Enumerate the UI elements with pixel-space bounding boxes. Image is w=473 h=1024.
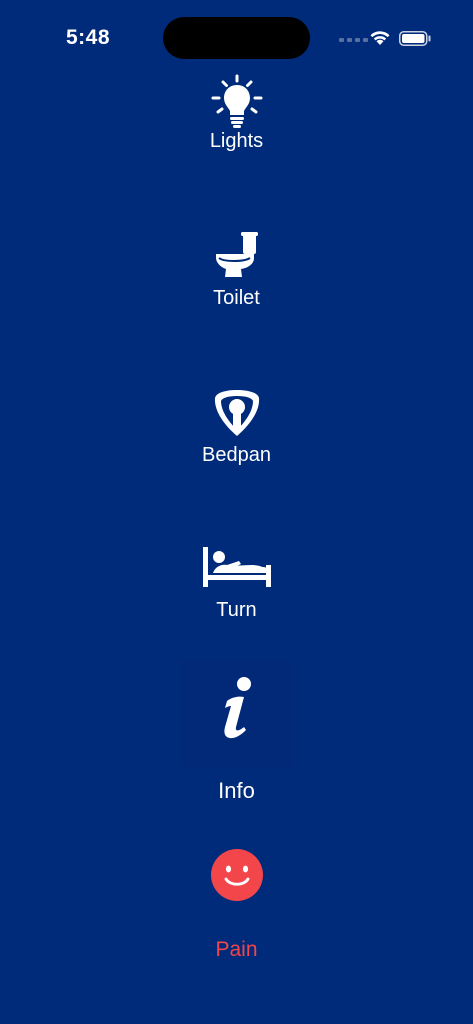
info-label: Info [218, 778, 255, 803]
bedpan-label: Bedpan [202, 444, 271, 466]
status-time: 5:48 [66, 26, 111, 49]
toilet-label: Toilet [213, 287, 260, 309]
bedpan-icon [214, 390, 259, 436]
info-button[interactable]: Info [0, 675, 473, 804]
turn-label: Turn [216, 599, 257, 621]
bed-person-icon [202, 547, 271, 587]
battery-icon [399, 31, 431, 46]
dynamic-island [163, 17, 310, 59]
toilet-icon [215, 232, 258, 277]
toilet-button[interactable]: Toilet [0, 232, 473, 310]
info-icon [223, 677, 251, 739]
lightbulb-icon [211, 74, 262, 128]
status-bar: 5:48 [0, 0, 473, 70]
turn-button[interactable]: Turn [0, 545, 473, 622]
pain-label: Pain [215, 938, 258, 961]
lights-button[interactable]: Lights [0, 74, 473, 153]
wifi-icon [370, 31, 390, 45]
bedpan-button[interactable]: Bedpan [0, 388, 473, 467]
cellular-signal-icon [339, 38, 368, 42]
pain-button[interactable]: Pain [0, 848, 473, 962]
smiley-face-icon [210, 849, 263, 901]
lights-label: Lights [209, 130, 264, 152]
